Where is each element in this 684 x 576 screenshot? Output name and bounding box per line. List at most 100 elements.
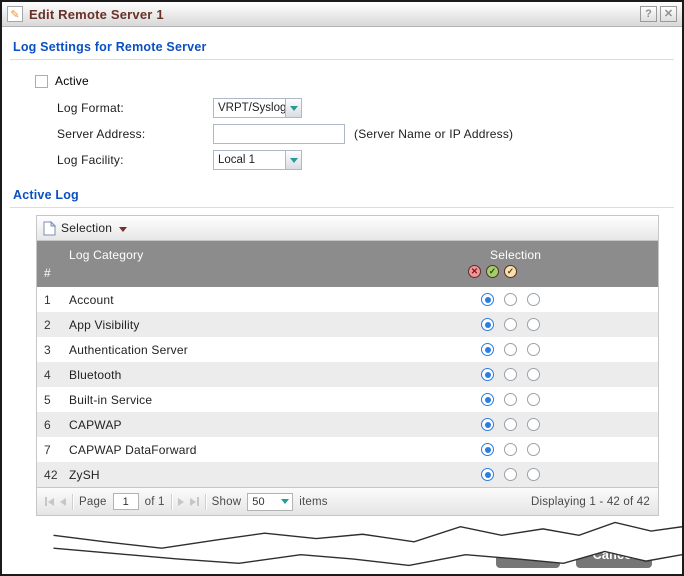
table-row: 3 Authentication Server [37,337,658,362]
row-category: Authentication Server [67,343,453,357]
row-number: 3 [37,343,67,357]
show-items-select[interactable]: 50 [247,493,293,511]
radio-disable[interactable] [481,443,494,456]
edit-pencil-icon: ✎ [7,6,23,22]
active-label: Active [55,74,89,88]
radio-enable[interactable] [504,468,517,481]
log-settings-form: Active Log Format: VRPT/Syslog Server Ad… [12,60,672,175]
radio-enable[interactable] [504,418,517,431]
table-row: 42 ZySH [37,462,658,487]
radio-disable[interactable] [481,343,494,356]
radio-disable[interactable] [481,418,494,431]
radio-disable[interactable] [481,393,494,406]
pagination-bar: Page of 1 Show 50 items Displaying 1 - 4… [37,487,658,515]
enable-all-icon[interactable]: ✓ [486,265,499,278]
log-format-dropdown-button[interactable] [285,98,302,118]
table-body: 1 Account 2 App Visibility 3 Authenticat… [37,287,658,487]
row-number: 1 [37,293,67,307]
table-row: 2 App Visibility [37,312,658,337]
row-selection-radios [453,343,658,356]
edit-remote-server-dialog: ✎ Edit Remote Server 1 ? ✕ Log Settings … [0,0,684,576]
row-selection-radios [453,418,658,431]
cancel-button[interactable]: Cancel [576,542,652,568]
table-row: 5 Built-in Service [37,387,658,412]
col-selection: Selection [453,241,658,262]
radio-enable-normal[interactable] [527,393,540,406]
row-category: Account [67,293,453,307]
show-label: Show [212,496,242,508]
row-number: 2 [37,318,67,332]
radio-enable-normal[interactable] [527,318,540,331]
col-number: # [37,262,67,287]
log-format-select[interactable]: VRPT/Syslog [213,98,302,118]
log-format-label: Log Format: [35,101,213,115]
row-selection-radios [453,443,658,456]
dialog-title: Edit Remote Server 1 [29,7,164,22]
row-category: Built-in Service [67,393,453,407]
radio-disable[interactable] [481,293,494,306]
active-log-heading: Active Log [13,188,672,202]
server-address-input[interactable] [213,124,345,144]
divider [205,494,206,510]
enable-normal-all-icon[interactable]: ✓ [504,265,517,278]
radio-disable[interactable] [481,368,494,381]
row-category: CAPWAP DataForward [67,443,453,457]
selection-menu-label: Selection [61,221,112,235]
page-label: Page [79,496,107,508]
radio-enable[interactable] [504,293,517,306]
radio-enable[interactable] [504,343,517,356]
close-icon[interactable]: ✕ [660,6,677,22]
caret-down-icon [119,227,127,232]
row-category: ZySH [67,468,453,482]
file-icon [43,221,56,236]
server-address-label: Server Address: [35,127,213,141]
radio-enable[interactable] [504,368,517,381]
server-address-hint: (Server Name or IP Address) [354,127,513,141]
row-selection-radios [453,318,658,331]
log-facility-select[interactable]: Local 1 [213,150,302,170]
radio-enable-normal[interactable] [527,443,540,456]
row-number: 7 [37,443,67,457]
row-selection-radios [453,368,658,381]
table-row: 6 CAPWAP [37,412,658,437]
ok-button[interactable]: OK [496,542,560,568]
divider [72,494,73,510]
radio-disable[interactable] [481,318,494,331]
selection-menu-button[interactable]: Selection [37,216,658,241]
radio-enable-normal[interactable] [527,468,540,481]
first-page-icon[interactable] [45,497,54,506]
active-log-table: Selection Log Category Selection # ✕ ✓ ✓ [36,215,659,516]
items-label: items [299,496,327,508]
next-page-icon[interactable] [178,498,184,506]
radio-disable[interactable] [481,468,494,481]
prev-page-icon[interactable] [60,498,66,506]
last-page-icon[interactable] [190,497,199,506]
table-header: Log Category Selection # ✕ ✓ ✓ [37,241,658,287]
row-number: 42 [37,468,67,482]
row-number: 6 [37,418,67,432]
show-items-value: 50 [252,496,265,508]
row-selection-radios [453,468,658,481]
radio-enable-normal[interactable] [527,293,540,306]
log-facility-dropdown-button[interactable] [285,150,302,170]
page-of-label: of 1 [145,496,165,508]
row-number: 4 [37,368,67,382]
radio-enable[interactable] [504,318,517,331]
disable-all-icon[interactable]: ✕ [468,265,481,278]
radio-enable-normal[interactable] [527,368,540,381]
radio-enable[interactable] [504,443,517,456]
torn-edge-region: OK Cancel [2,516,682,574]
radio-enable[interactable] [504,393,517,406]
log-facility-label: Log Facility: [35,153,213,167]
chevron-down-icon [290,106,298,111]
row-number: 5 [37,393,67,407]
radio-enable-normal[interactable] [527,418,540,431]
active-checkbox[interactable] [35,75,48,88]
row-category: CAPWAP [67,418,453,432]
row-selection-radios [453,393,658,406]
help-icon[interactable]: ? [640,6,657,22]
log-format-value: VRPT/Syslog [213,98,285,118]
table-row: 7 CAPWAP DataForward [37,437,658,462]
radio-enable-normal[interactable] [527,343,540,356]
page-input[interactable] [113,493,139,510]
